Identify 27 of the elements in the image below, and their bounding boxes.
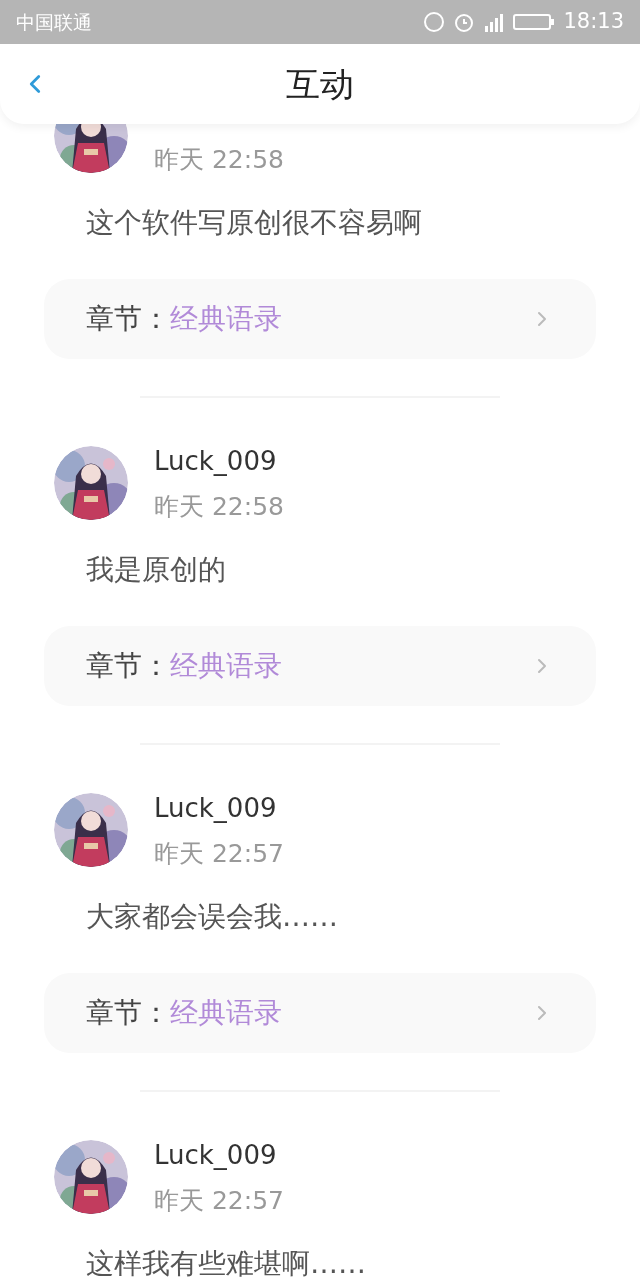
comment-text: 这样我有些难堪啊…… bbox=[85, 1246, 367, 1280]
chapter-label: 章节： bbox=[86, 995, 170, 1031]
user-name: Luck_009 bbox=[154, 1140, 278, 1170]
comment-time: 昨天 22:57 bbox=[154, 1186, 284, 1216]
user-name: Luck_009 bbox=[154, 793, 278, 823]
chapter-card[interactable]: 章节：经典语录 bbox=[44, 279, 596, 359]
chapter-label: 章节： bbox=[86, 648, 170, 684]
comment-time: 昨天 22:57 bbox=[154, 839, 284, 869]
comment-text: 大家都会误会我…… bbox=[85, 899, 339, 935]
circle-icon bbox=[423, 11, 446, 33]
alarm-icon bbox=[453, 11, 476, 33]
clock-time: 18:13 bbox=[563, 8, 624, 36]
signal-icon bbox=[483, 11, 506, 33]
comment-time: 昨天 22:58 bbox=[154, 492, 284, 522]
comment-time: 昨天 22:58 bbox=[154, 145, 284, 175]
chapter-label: 章节： bbox=[86, 301, 170, 337]
carrier-name: 中国联通 bbox=[16, 9, 92, 35]
comment-text: 这个软件写原创很不容易啊 bbox=[85, 205, 423, 241]
user-name: Luck_009 bbox=[154, 446, 278, 476]
page-title: 互动 bbox=[286, 62, 354, 106]
chapter-name: 经典语录 bbox=[170, 995, 282, 1031]
chapter-card[interactable]: 章节：经典语录 bbox=[44, 973, 596, 1053]
chapter-card[interactable]: 章节：经典语录 bbox=[44, 626, 596, 706]
chapter-name: 经典语录 bbox=[170, 301, 282, 337]
chapter-name: 经典语录 bbox=[170, 648, 282, 684]
comment-text: 我是原创的 bbox=[85, 552, 227, 588]
battery-icon bbox=[513, 13, 556, 31]
